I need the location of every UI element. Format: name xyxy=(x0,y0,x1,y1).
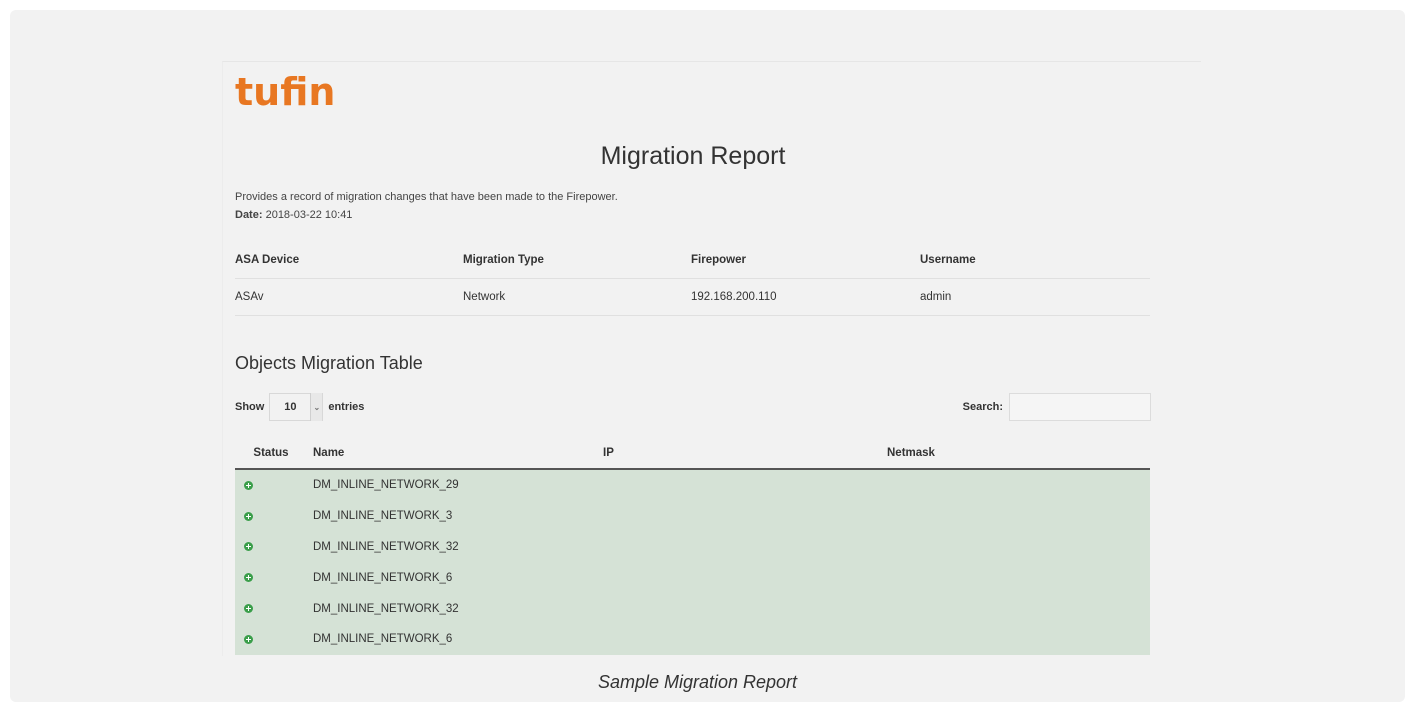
info-header-row: ASA Device Migration Type Firepower User… xyxy=(235,242,1150,279)
ip-cell xyxy=(603,469,887,501)
search-input[interactable] xyxy=(1009,393,1151,421)
search-label: Search: xyxy=(962,401,1003,413)
entries-length-control: Show 10 ⌄ entries xyxy=(235,392,364,422)
header-name[interactable]: Name xyxy=(313,437,603,470)
cell-migration-type: Network xyxy=(463,278,691,316)
header-ip[interactable]: IP xyxy=(603,437,887,470)
table-row[interactable]: DM_INLINE_NETWORK_32 xyxy=(235,531,1150,563)
date-label: Date: xyxy=(235,209,263,221)
table-row[interactable]: DM_INLINE_NETWORK_6 xyxy=(235,623,1150,655)
figure-caption: Sample Migration Report xyxy=(597,672,798,692)
report-date: Date: 2018-03-22 10:41 xyxy=(235,209,352,221)
netmask-cell xyxy=(887,531,1150,563)
ip-cell xyxy=(603,623,887,655)
figure-frame: tufin Migration Report Provides a record… xyxy=(10,10,1405,702)
name-cell: DM_INLINE_NETWORK_6 xyxy=(313,562,603,594)
plus-circle-icon xyxy=(244,604,253,614)
ip-cell xyxy=(603,500,887,532)
entries-select[interactable]: 10 ⌄ xyxy=(269,393,324,421)
netmask-cell xyxy=(887,623,1150,655)
report-description: Provides a record of migration changes t… xyxy=(235,191,618,203)
migration-report: tufin Migration Report Provides a record… xyxy=(222,61,1201,656)
netmask-cell xyxy=(887,500,1150,532)
cell-asa-device: ASAv xyxy=(235,278,463,316)
entries-label: entries xyxy=(328,401,365,413)
name-cell: DM_INLINE_NETWORK_29 xyxy=(313,469,603,501)
show-label: Show xyxy=(235,401,265,413)
status-cell xyxy=(235,562,313,594)
status-cell xyxy=(235,469,313,501)
name-cell: DM_INLINE_NETWORK_32 xyxy=(313,531,603,563)
objects-migration-table: Status Name IP Netmask DM_INLINE_NETWORK… xyxy=(235,437,1150,655)
status-cell xyxy=(235,623,313,655)
search-control: Search: xyxy=(958,392,1151,422)
table-row[interactable]: DM_INLINE_NETWORK_6 xyxy=(235,562,1150,594)
name-cell: DM_INLINE_NETWORK_3 xyxy=(313,500,603,532)
date-value: 2018-03-22 10:41 xyxy=(265,209,353,221)
info-row: ASAv Network 192.168.200.110 admin xyxy=(235,278,1150,316)
objects-header-row: Status Name IP Netmask xyxy=(235,437,1150,470)
header-netmask[interactable]: Netmask xyxy=(887,437,1150,470)
plus-circle-icon xyxy=(244,573,253,583)
plus-circle-icon xyxy=(244,634,253,644)
name-cell: DM_INLINE_NETWORK_32 xyxy=(313,593,603,624)
cell-firepower: 192.168.200.110 xyxy=(691,278,920,316)
objects-section-title: Objects Migration Table xyxy=(235,353,423,373)
device-info-table: ASA Device Migration Type Firepower User… xyxy=(235,242,1150,316)
ip-cell xyxy=(603,531,887,563)
plus-circle-icon xyxy=(244,480,253,490)
netmask-cell xyxy=(887,562,1150,594)
header-migration-type: Migration Type xyxy=(463,242,691,279)
chevron-down-icon[interactable]: ⌄ xyxy=(310,393,323,421)
plus-circle-icon xyxy=(244,511,253,521)
table-row[interactable]: DM_INLINE_NETWORK_32 xyxy=(235,593,1150,624)
header-username: Username xyxy=(920,242,1150,279)
report-title: Migration Report xyxy=(600,142,786,170)
entries-select-value: 10 xyxy=(284,401,297,413)
netmask-cell xyxy=(887,593,1150,624)
table-row[interactable]: DM_INLINE_NETWORK_29 xyxy=(235,469,1150,501)
tufin-logo: tufin xyxy=(235,70,336,114)
plus-circle-icon xyxy=(244,542,253,552)
status-cell xyxy=(235,500,313,532)
name-cell: DM_INLINE_NETWORK_6 xyxy=(313,623,603,655)
header-firepower: Firepower xyxy=(691,242,920,279)
ip-cell xyxy=(603,593,887,624)
ip-cell xyxy=(603,562,887,594)
netmask-cell xyxy=(887,469,1150,501)
header-status[interactable]: Status xyxy=(235,437,313,470)
status-cell xyxy=(235,531,313,563)
cell-username: admin xyxy=(920,278,1150,316)
table-row[interactable]: DM_INLINE_NETWORK_3 xyxy=(235,500,1150,532)
status-cell xyxy=(235,593,313,624)
header-asa-device: ASA Device xyxy=(235,242,463,279)
